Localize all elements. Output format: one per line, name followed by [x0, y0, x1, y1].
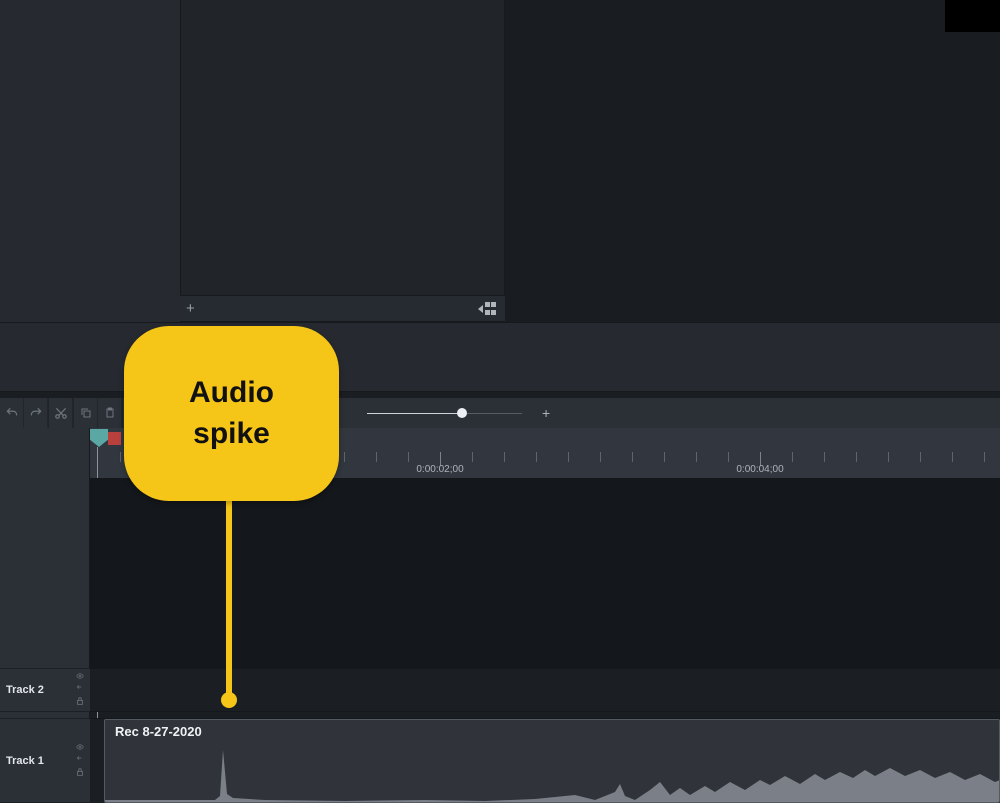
clip-title: Rec 8-27-2020 [115, 724, 202, 739]
track-link-icon[interactable] [74, 755, 86, 765]
playhead-handle[interactable] [90, 429, 118, 449]
track-1-label: Track 1 [0, 755, 74, 767]
copy-button[interactable] [74, 398, 98, 428]
track-2-header[interactable]: Track 2 [0, 668, 90, 712]
track-link-icon[interactable] [74, 684, 86, 694]
zoom-slider[interactable]: + [367, 405, 550, 421]
track-1-lane[interactable]: Rec 8-27-2020 [90, 718, 1000, 803]
preview-toolbar: + [180, 295, 505, 322]
ruler-tick-label: 0:00:04;00 [736, 464, 783, 475]
track-lock-icon[interactable] [74, 696, 86, 708]
annotation-pointer-stem [226, 498, 232, 698]
undo-button[interactable] [0, 398, 24, 428]
paste-button[interactable] [98, 398, 122, 428]
redo-button[interactable] [24, 398, 48, 428]
track-2-label: Track 2 [0, 684, 74, 696]
zoom-in-icon[interactable]: + [542, 405, 550, 421]
waveform-icon [105, 740, 1000, 802]
grid-icon [485, 302, 499, 316]
preview-add-icon[interactable]: + [186, 300, 195, 317]
track-1-header[interactable]: Track 1 [0, 718, 90, 803]
audio-clip[interactable]: Rec 8-27-2020 [104, 719, 1000, 803]
ruler-tick-label: 0:00:02;00 [416, 464, 463, 475]
playhead-teal-marker-icon [90, 429, 108, 447]
cut-button[interactable] [49, 398, 73, 428]
annotation-callout: Audio spike [124, 326, 339, 501]
track-visibility-icon[interactable] [74, 743, 86, 753]
track-lock-icon[interactable] [74, 767, 86, 779]
annotation-text-line2: spike [193, 414, 270, 455]
collapse-left-icon [478, 305, 483, 313]
corner-black-region [945, 0, 1000, 32]
annotation-text-line1: Audio [189, 373, 274, 414]
annotation-pointer-dot [221, 692, 237, 708]
preview-view-grid-button[interactable] [478, 302, 499, 316]
playhead-red-marker-icon [108, 432, 121, 445]
track-visibility-icon[interactable] [74, 672, 86, 682]
zoom-slider-thumb[interactable] [457, 408, 467, 418]
canvas-panel [505, 0, 1000, 322]
media-bin-panel [0, 0, 180, 328]
preview-panel [180, 0, 505, 322]
zoom-slider-track[interactable] [367, 413, 522, 414]
